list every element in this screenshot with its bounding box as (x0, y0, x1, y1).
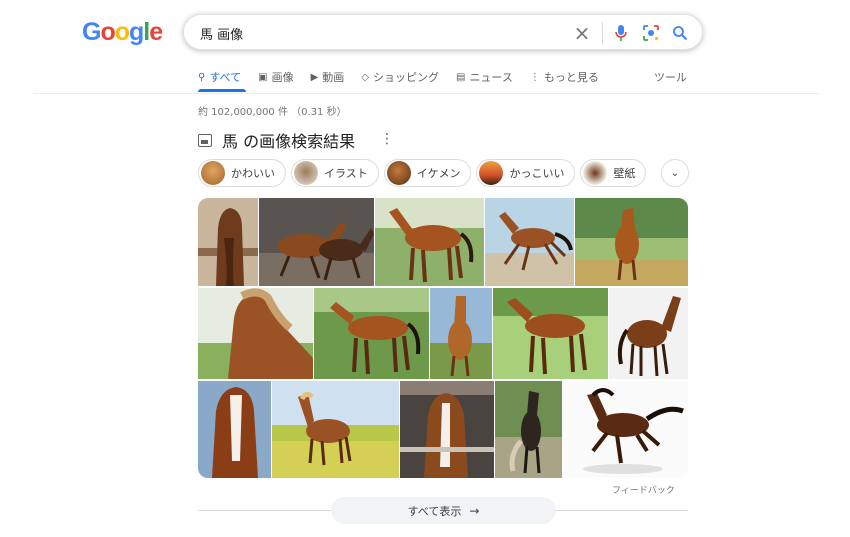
chip-thumbnail (583, 161, 608, 185)
image-result[interactable] (400, 381, 494, 478)
logo-letter: o (114, 18, 130, 46)
image-result[interactable] (272, 381, 399, 478)
image-icon: ▣ (258, 71, 268, 83)
chip-label: かわいい (231, 167, 275, 180)
section-title: 馬 の画像検索結果 (222, 132, 356, 151)
chip-kawaii[interactable]: かわいい (198, 159, 286, 187)
search-box[interactable]: 馬 画像 × (183, 14, 703, 50)
chip-thumbnail (479, 161, 504, 185)
tag-icon: ◇ (361, 71, 369, 83)
chip-illust[interactable]: イラスト (291, 159, 379, 187)
tab-label: ニュース (469, 71, 513, 84)
tab-label: ショッピング (372, 71, 439, 84)
search-icon: ⚲ (198, 71, 206, 83)
logo-letter: g (129, 18, 144, 46)
logo-letter: G (82, 18, 101, 46)
image-result[interactable] (314, 288, 429, 379)
news-icon: ▤ (455, 71, 466, 83)
image-result[interactable] (375, 198, 484, 286)
image-results-heading: 馬 の画像検索結果 (198, 128, 355, 152)
chip-ikemen[interactable]: イケメン (383, 159, 472, 187)
chip-thumbnail (294, 161, 318, 185)
tab-shopping[interactable]: ◇ ショッピング (361, 68, 439, 86)
image-result[interactable] (198, 381, 271, 478)
image-result[interactable] (493, 288, 608, 379)
logo-letter: o (100, 18, 115, 46)
tab-label: すべて (209, 71, 242, 84)
google-logo[interactable]: Google (82, 18, 163, 47)
chip-thumbnail (201, 161, 225, 185)
chip-label: イケメン (416, 167, 461, 180)
tab-label: 画像 (271, 71, 294, 84)
image-result[interactable] (563, 381, 688, 478)
image-result[interactable] (495, 381, 562, 478)
result-stats: 約 102,000,000 件 （0.31 秒） (198, 107, 347, 118)
more-options-icon[interactable]: ⋮ (380, 131, 394, 147)
chip-label: かっこいい (509, 167, 565, 180)
active-tab-indicator (198, 89, 246, 92)
search-tabs: ⚲ すべて ▣ 画像 ▶ 動画 ◇ ショッピング ▤ ニュース ⋮ もっと見る (198, 68, 616, 92)
search-icon[interactable] (670, 23, 690, 43)
image-result[interactable] (485, 198, 574, 286)
chevron-down-icon[interactable]: ⌄ (661, 159, 689, 187)
search-input[interactable]: 馬 画像 (200, 24, 243, 43)
chip-thumbnail (386, 161, 411, 185)
image-result[interactable] (198, 288, 313, 379)
header-divider (33, 93, 818, 94)
clear-icon[interactable]: × (572, 23, 592, 43)
arrow-right-icon: → (469, 503, 480, 518)
tab-more[interactable]: ⋮ もっと見る (530, 68, 599, 86)
image-result[interactable] (430, 288, 492, 379)
feedback-link[interactable]: フィードバック (612, 483, 675, 496)
tab-news[interactable]: ▤ ニュース (456, 68, 513, 86)
chip-label: 壁紙 (613, 167, 636, 180)
show-all-label: すべて表示 (407, 504, 462, 518)
tab-label: もっと見る (543, 71, 599, 84)
refinement-chips: かわいい イラスト イケメン かっこいい 壁紙 (198, 159, 651, 187)
chip-wallpaper[interactable]: 壁紙 (580, 159, 647, 187)
image-icon (198, 133, 212, 147)
more-vert-icon: ⋮ (529, 71, 540, 83)
search-divider (602, 22, 603, 44)
logo-letter: e (149, 18, 163, 46)
image-result[interactable] (259, 198, 374, 286)
tab-images[interactable]: ▣ 画像 (258, 68, 293, 86)
microphone-icon[interactable] (611, 23, 631, 43)
image-grid (198, 198, 688, 478)
tools-button[interactable]: ツール (654, 69, 687, 85)
image-result[interactable] (609, 288, 688, 379)
lens-icon[interactable] (641, 23, 661, 43)
image-result[interactable] (575, 198, 688, 286)
tab-label: 動画 (322, 71, 345, 84)
image-result[interactable] (198, 198, 258, 286)
show-all-button[interactable]: すべて表示 → (331, 497, 556, 524)
tab-videos[interactable]: ▶ 動画 (311, 68, 345, 86)
chip-kakkoii[interactable]: かっこいい (476, 159, 576, 187)
video-icon: ▶ (310, 71, 319, 83)
chip-label: イラスト (324, 167, 368, 180)
tab-all[interactable]: ⚲ すべて (198, 68, 241, 86)
